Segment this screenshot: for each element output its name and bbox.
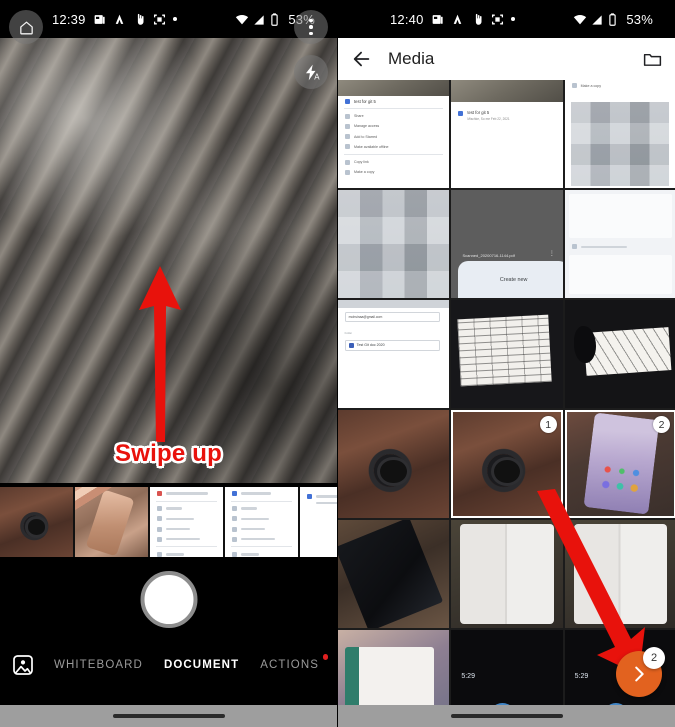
filmstrip-thumb-menu-2[interactable] [225,487,298,557]
media-cell-pixelated-doc[interactable] [338,190,450,298]
status-time: 12:39 [52,11,86,27]
battery-icon [607,12,620,26]
menu-file-title: test for git 5 [354,98,376,104]
field-label: Folder [344,332,353,336]
menu-item[interactable]: Make available offline [354,145,389,149]
filmstrip-thumb-phone[interactable] [75,487,148,557]
status-time-2: 12:40 [390,11,424,27]
status-bar-left-group: 12:39 [52,12,177,27]
menu-item[interactable]: Manage access [354,124,379,128]
dot-icon [172,17,177,21]
dot-icon [510,17,515,21]
media-app-bar: Media [338,38,675,80]
three-dot-menu-icon [309,18,313,36]
email-field[interactable]: mohsinaa@gmail.com [344,311,441,322]
overlay-label: Make a copy [580,83,602,88]
screenshot-time: 5:29 [461,673,475,681]
file-subtitle: Mischke, So me Feb 22, 2021 [467,116,510,121]
scanned-table-preview [457,314,553,387]
mode-whiteboard[interactable]: WHITEBOARD [54,659,143,671]
screenshot-root: 12:39 A Swipe up WHITEBOARD DOCUMENT ACT… [0,0,675,727]
menu-item[interactable]: Make a copy [354,170,374,174]
battery-percent-2: 53% [626,11,653,27]
camera-modes: WHITEBOARD DOCUMENT ACTIONS BU [54,654,337,671]
media-cell-scanned-table[interactable] [451,300,563,408]
camera-filmstrip[interactable] [0,487,337,557]
pixelated-preview [571,101,670,186]
status-bar-left: 12:39 [0,0,337,38]
gallery-icon[interactable] [11,653,35,677]
media-cell-tablet-photo[interactable] [338,630,450,705]
menu-item[interactable]: Copy link [354,160,369,164]
overflow-menu-button[interactable] [294,10,328,44]
shutter-button[interactable] [140,571,197,628]
camera-controls: WHITEBOARD DOCUMENT ACTIONS BU [0,557,337,727]
media-cell-dark-file[interactable]: Scanned_20200716-1144.pdf ⋮ Create new [451,190,563,298]
lens-icon [451,13,464,26]
mode-actions-label: ACTIONS [260,659,320,671]
media-cell-blank-form[interactable] [564,190,675,298]
media-cell-box-photo[interactable] [338,520,450,628]
right-panel-media-picker: 12:40 53% Media test for git 5 Share Man… [337,0,675,727]
status-bar-right: 12:40 53% [338,0,675,38]
swipe-up-annotation: Swipe up [115,440,222,467]
pixelated-document [338,190,450,298]
status-bar-left-group-2: 12:40 [390,12,515,27]
media-cell-watch-photo[interactable] [338,410,450,518]
lens-icon [113,13,126,26]
camera-mode-row: WHITEBOARD DOCUMENT ACTIONS BU [0,650,337,680]
mode-document[interactable]: DOCUMENT [164,659,239,671]
scanned-table-preview-2 [583,327,671,377]
hand-icon [133,13,146,26]
home-icon [18,19,35,36]
scan-icon [491,13,504,26]
media-cell-scanned-table-2[interactable] [564,300,675,408]
filmstrip-thumb-menu-1[interactable] [150,487,223,557]
hand-icon [471,13,484,26]
system-nav-bar-left[interactable] [0,705,337,727]
back-arrow-icon[interactable] [351,48,373,70]
media-cell-make-a-copy[interactable]: Make a copy [564,80,675,188]
menu-item[interactable]: Share [354,114,364,118]
left-panel-camera: 12:39 A Swipe up WHITEBOARD DOCUMENT ACT… [0,0,337,727]
mode-actions[interactable]: ACTIONS [260,654,329,671]
file-title: test for git 5 [467,110,490,115]
news-icon [431,13,444,26]
folder-value: Test Git doc 2020 [356,343,385,348]
page-title: Media [388,49,435,68]
selection-badge: 2 [653,416,670,433]
battery-icon [269,12,282,26]
folder-icon[interactable] [642,49,663,70]
flash-mode-button[interactable]: A [294,55,328,89]
wifi-icon [235,13,249,26]
media-cell-form-fields[interactable]: mohsinaa@gmail.com Folder Test Git doc 2… [338,300,450,408]
filmstrip-thumb-document[interactable] [300,487,337,557]
menu-item[interactable]: Add to Starred [354,135,377,139]
create-new-button[interactable]: Create new [458,261,563,298]
scan-icon [153,13,166,26]
scanned-file-name: Scanned_20200716-1144.pdf [462,252,515,258]
kebab-icon: ⋮ [548,250,555,257]
media-cell-drive-menu[interactable]: test for git 5 Share Manage access Add t… [338,80,450,188]
selection-badge: 1 [539,416,557,433]
signal-icon [590,13,603,26]
news-icon [93,13,106,26]
wifi-icon [573,13,587,26]
status-bar-right-group-2: 53% [573,12,653,27]
filmstrip-thumb-watch[interactable] [0,487,73,557]
svg-text:A: A [314,72,320,81]
fab-selection-count-badge: 2 [643,647,665,669]
red-up-arrow [139,266,181,442]
system-nav-bar-right[interactable] [338,705,675,727]
media-cell-drive-file-row[interactable]: test for git 5 Mischke, So me Feb 22, 20… [451,80,563,188]
new-badge-dot-icon [322,654,329,660]
flash-auto-icon: A [302,63,321,82]
signal-icon [252,13,265,26]
home-button[interactable] [9,10,43,44]
